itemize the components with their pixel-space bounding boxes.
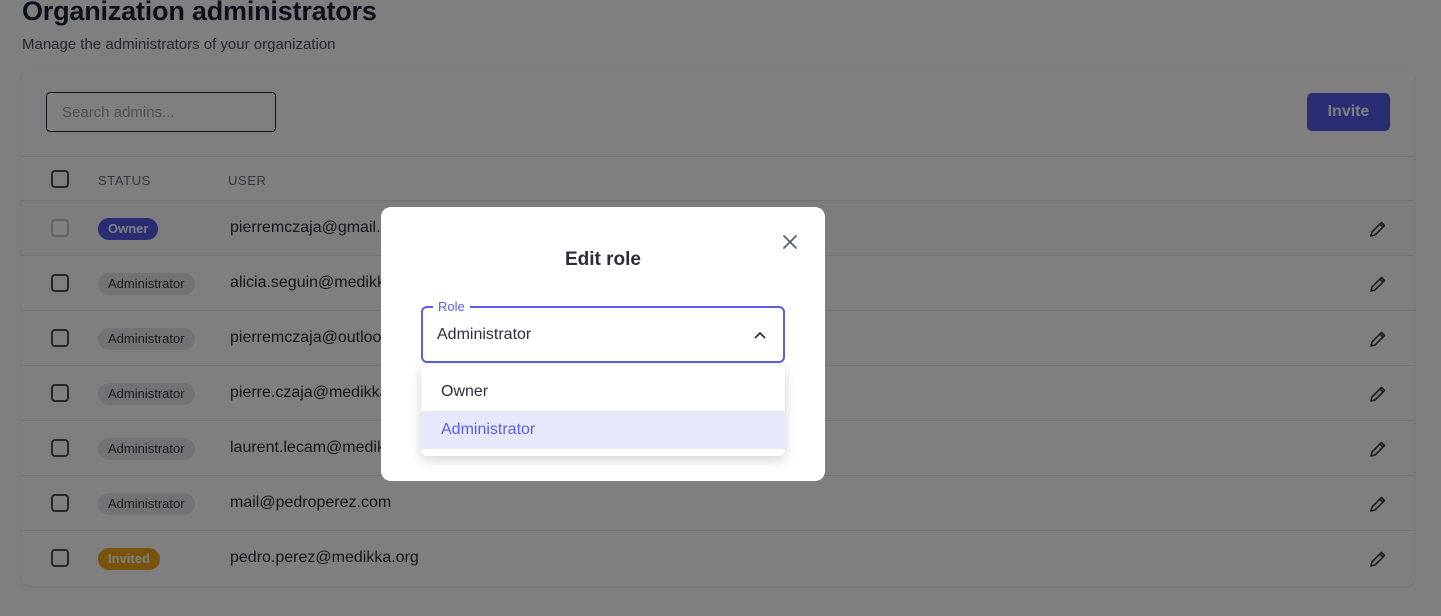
role-field-label: Role	[433, 299, 470, 314]
role-option-administrator[interactable]: Administrator	[421, 411, 785, 449]
chevron-up-icon	[753, 328, 767, 342]
role-select[interactable]: Role Administrator	[421, 299, 785, 363]
role-selected-value: Administrator	[437, 326, 532, 343]
admin-page: Organization administrators Manage the a…	[0, 0, 1441, 616]
role-option-owner[interactable]: Owner	[421, 373, 785, 411]
role-options-menu: Owner Administrator	[421, 365, 785, 456]
modal-title: Edit role	[564, 249, 641, 270]
close-icon[interactable]	[781, 233, 799, 251]
